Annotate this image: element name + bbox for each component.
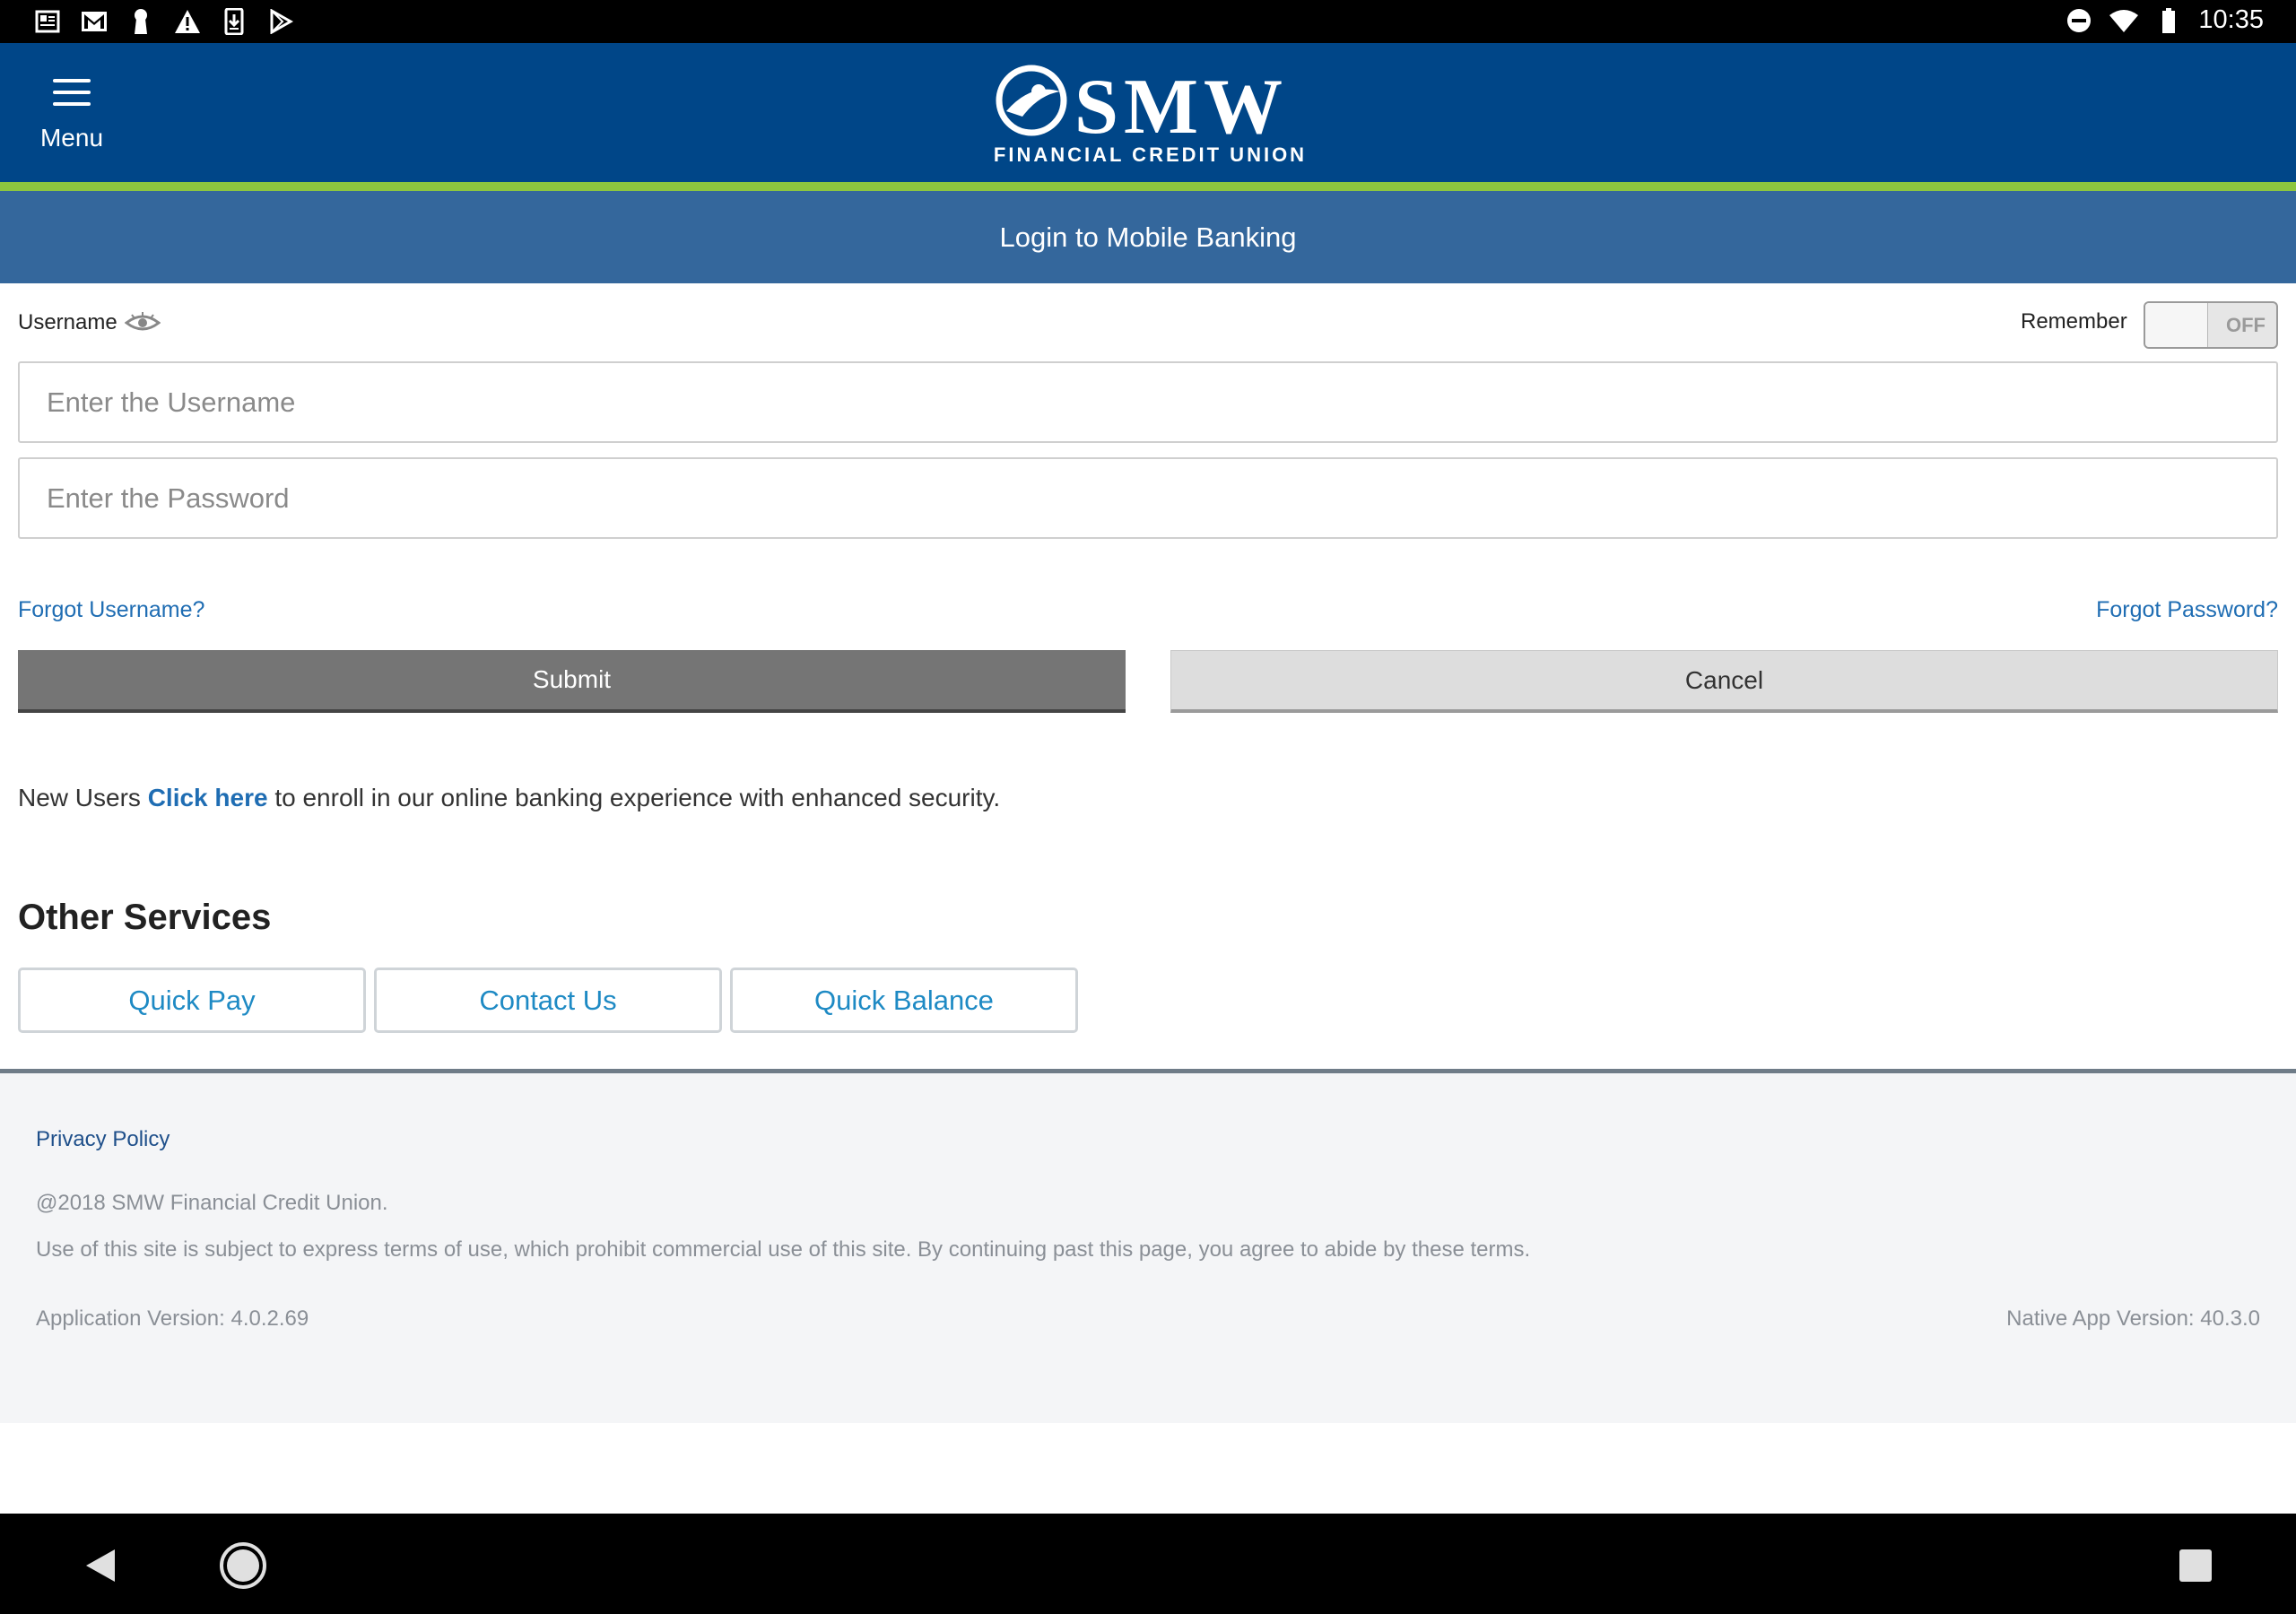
status-bar: 10:35 <box>0 0 2296 43</box>
back-icon[interactable] <box>81 1546 120 1585</box>
wifi-icon <box>2109 6 2139 35</box>
footer: Privacy Policy @2018 SMW Financial Credi… <box>0 1069 2296 1423</box>
status-time: 10:35 <box>2198 5 2264 34</box>
logo-mark-icon <box>996 65 1067 136</box>
terms-text: Use of this site is subject to express t… <box>36 1237 1531 1262</box>
accent-strip <box>0 182 2296 191</box>
username-label-text: Username <box>18 310 117 334</box>
toggle-state: OFF <box>2226 314 2266 336</box>
notification-icons <box>32 7 296 36</box>
menu-button[interactable]: Menu <box>27 74 117 163</box>
quick-pay-button[interactable]: Quick Pay <box>18 968 366 1033</box>
contact-us-button[interactable]: Contact Us <box>374 968 722 1033</box>
forgot-password-link[interactable]: Forgot Password? <box>2096 597 2278 623</box>
app-header: Menu SMW FINANCIAL CREDIT UNION <box>0 43 2296 182</box>
enroll-prefix: New Users <box>18 784 148 811</box>
page-title: Login to Mobile Banking <box>0 191 2296 283</box>
eye-icon[interactable] <box>124 312 161 334</box>
battery-icon <box>2153 6 2184 35</box>
keyhole-icon <box>126 7 156 36</box>
enroll-suffix: to enroll in our online banking experien… <box>267 784 1001 811</box>
privacy-policy-link[interactable]: Privacy Policy <box>36 1127 170 1152</box>
quick-balance-button[interactable]: Quick Balance <box>730 968 1078 1033</box>
do-not-disturb-icon <box>2064 6 2094 35</box>
forgot-username-link[interactable]: Forgot Username? <box>18 597 204 623</box>
menu-label: Menu <box>39 124 104 152</box>
news-icon <box>32 7 63 36</box>
remember-toggle[interactable]: OFF <box>2144 301 2278 349</box>
logo-subtitle: FINANCIAL CREDIT UNION <box>993 143 1308 166</box>
native-app-version: Native App Version: 40.3.0 <box>2006 1306 2260 1331</box>
copyright-text: @2018 SMW Financial Credit Union. <box>36 1191 388 1215</box>
home-icon[interactable] <box>218 1540 268 1591</box>
username-label: Username <box>18 310 161 335</box>
cancel-button[interactable]: Cancel <box>1170 650 2278 713</box>
play-store-icon <box>265 7 296 36</box>
recents-icon[interactable] <box>2178 1548 2213 1584</box>
system-icons: 10:35 <box>2064 5 2264 35</box>
remember-label: Remember <box>2021 309 2127 334</box>
warning-icon <box>172 7 203 36</box>
download-icon <box>219 7 249 36</box>
submit-button[interactable]: Submit <box>18 650 1126 713</box>
password-input[interactable] <box>18 457 2278 539</box>
application-version: Application Version: 4.0.2.69 <box>36 1306 309 1331</box>
other-services-heading: Other Services <box>18 898 272 937</box>
gmail-icon <box>79 7 109 36</box>
toggle-knob <box>2145 303 2208 347</box>
page: 10:35 Menu SMW FINANCIAL CREDIT UNION Lo… <box>0 0 2296 1614</box>
enroll-message: New Users Click here to enroll in our on… <box>18 784 1000 812</box>
smw-logo: SMW FINANCIAL CREDIT UNION <box>978 63 1323 166</box>
hamburger-icon <box>53 79 91 106</box>
logo-wordmark: SMW <box>1074 64 1288 151</box>
navigation-bar <box>0 1514 2296 1614</box>
enroll-link[interactable]: Click here <box>148 784 268 811</box>
username-input[interactable] <box>18 361 2278 443</box>
